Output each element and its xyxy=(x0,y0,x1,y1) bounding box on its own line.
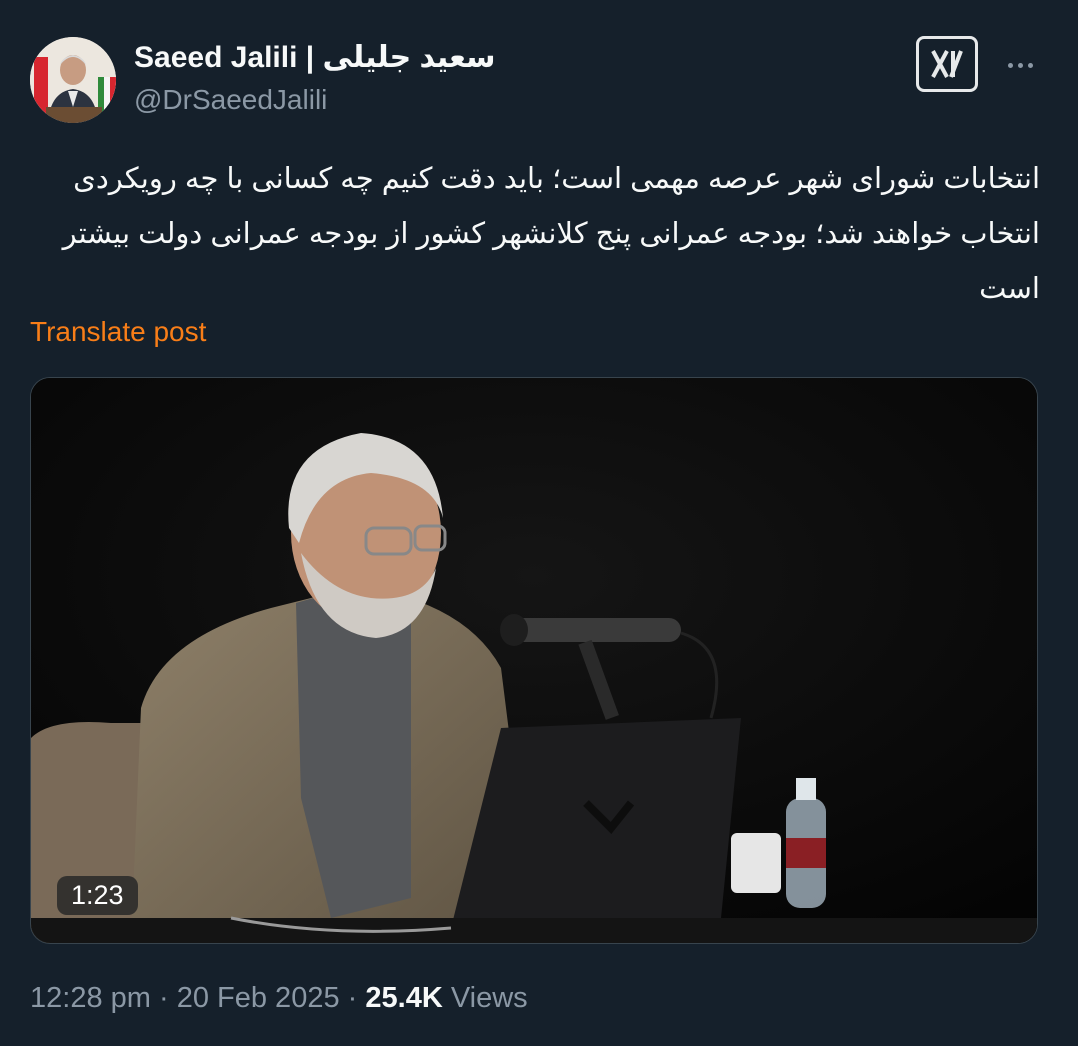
video-duration: 1:23 xyxy=(57,876,138,915)
x-logo-icon[interactable] xyxy=(916,36,978,92)
views-count[interactable]: 25.4K xyxy=(365,982,442,1014)
author-handle[interactable]: @DrSaeedJalili xyxy=(134,84,327,116)
video-player[interactable]: 1:23 xyxy=(30,377,1038,944)
views-label: Views xyxy=(450,982,528,1014)
post-meta: 12:28 pm · 20 Feb 2025 · 25.4K Views xyxy=(30,982,528,1015)
post-date[interactable]: 20 Feb 2025 xyxy=(177,982,340,1014)
more-icon[interactable] xyxy=(1000,50,1040,80)
author-name-row[interactable]: Saeed Jalili | سعید جلیلی xyxy=(134,40,496,75)
tweet: Saeed Jalili | سعید جلیلی @DrSaeedJalili… xyxy=(0,0,1078,1046)
author-name[interactable]: Saeed Jalili | سعید جلیلی xyxy=(134,40,496,75)
avatar[interactable] xyxy=(30,37,116,123)
post-time[interactable]: 12:28 pm xyxy=(30,982,151,1014)
meta-separator: · xyxy=(158,982,169,1014)
post-text: انتخابات شورای شهر عرصه مهمی است؛ باید د… xyxy=(62,163,1040,305)
meta-separator: · xyxy=(347,982,358,1014)
translate-post-link[interactable]: Translate post xyxy=(30,316,206,348)
